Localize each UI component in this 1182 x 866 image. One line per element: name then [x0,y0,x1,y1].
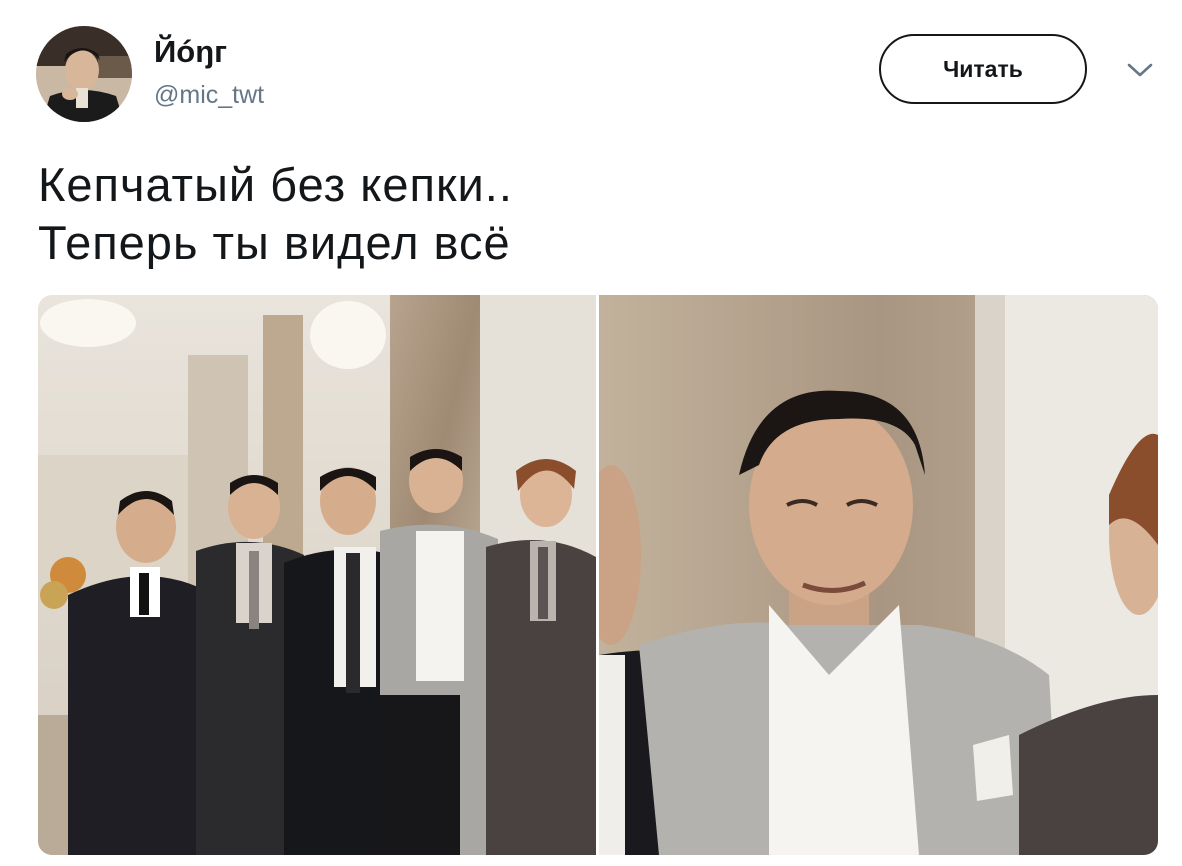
user-handle[interactable]: @mic_twt [154,80,264,110]
tweet-text: Кепчатый без кепки.. Теперь ты видел всё [38,156,513,272]
tweet-text-line: Теперь ты видел всё [38,216,511,269]
media-grid [38,295,1158,855]
avatar-image [36,26,132,122]
zoomed-photo[interactable] [599,295,1158,855]
tweet-card: Йóŋг @mic_twt Читать Кепчатый без кепки.… [0,0,1182,866]
chevron-down-icon[interactable] [1124,58,1156,82]
tweet-text-line: Кепчатый без кепки.. [38,158,513,211]
display-name[interactable]: Йóŋг [154,34,227,70]
group-photo[interactable] [38,295,596,855]
follow-button[interactable]: Читать [879,34,1087,104]
avatar[interactable] [36,26,132,122]
